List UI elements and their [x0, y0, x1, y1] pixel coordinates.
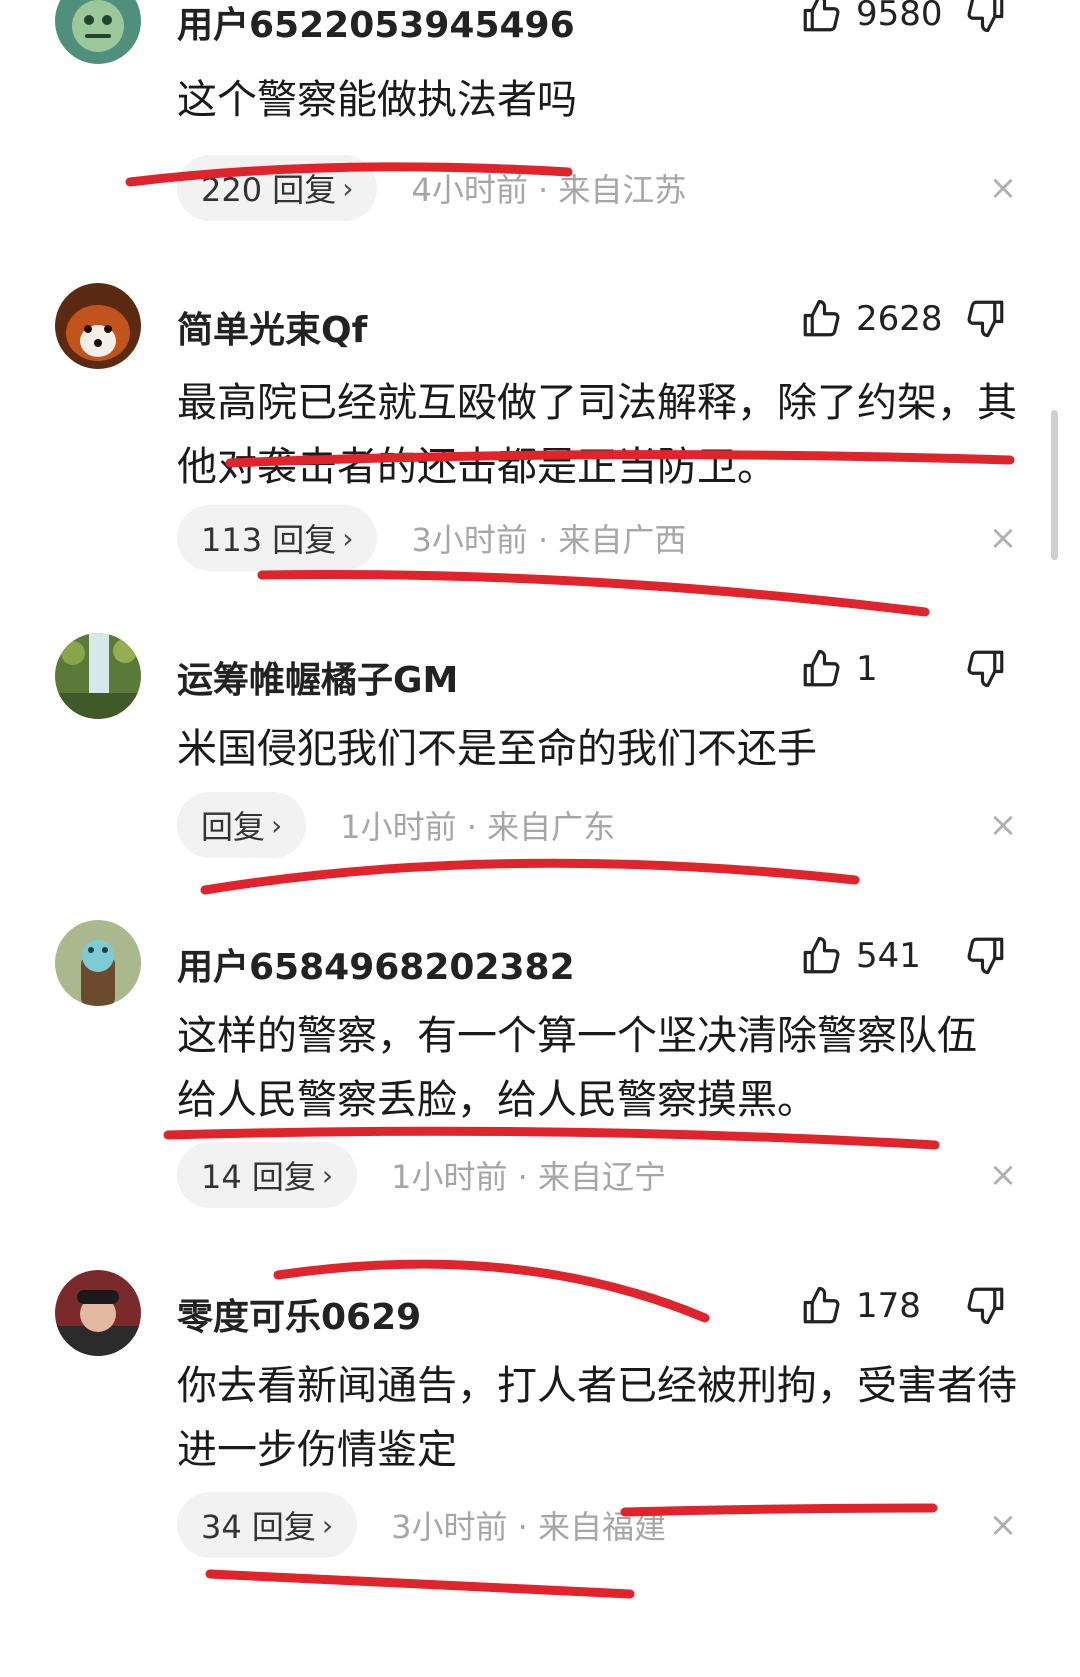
reply-button[interactable]: 回复 › [177, 792, 307, 858]
like-count: 2628 [856, 299, 943, 339]
comment-text: 你去看新闻通告，打人者已经被刑拘，受害者待进一步伤情鉴定 [177, 1363, 1017, 1473]
thumbs-down-icon [967, 300, 1004, 338]
close-icon[interactable]: × [986, 521, 1020, 555]
like-count: 178 [856, 1286, 921, 1326]
dislike-button[interactable] [965, 1284, 1007, 1326]
comment-text: 最高院已经就互殴做了司法解释，除了约架，其他对袭击者的还击都是正当防卫。 [177, 380, 1017, 490]
like-button[interactable]: 2628 [800, 293, 943, 345]
dislike-button[interactable] [965, 0, 1007, 34]
reply-button[interactable]: 220 回复 › [177, 155, 378, 221]
username[interactable]: 简单光束Qf [177, 301, 367, 353]
dislike-button[interactable] [965, 934, 1007, 976]
like-button[interactable]: 178 [800, 1280, 921, 1332]
chevron-right-icon: › [321, 1508, 334, 1542]
reply-button[interactable]: 34 回复 › [177, 1492, 358, 1558]
annotation-underline [200, 858, 860, 895]
chevron-right-icon: › [321, 1158, 334, 1192]
close-icon[interactable]: × [986, 1158, 1020, 1192]
reply-label: 34 回复 [201, 1508, 316, 1546]
username[interactable]: 零度可乐0629 [177, 1288, 421, 1340]
chevron-right-icon: › [271, 808, 283, 842]
close-icon[interactable]: × [986, 808, 1020, 842]
comment-text: 米国侵犯我们不是至命的我们不还手 [177, 726, 817, 772]
username[interactable]: 用户6522053945496 [177, 0, 575, 48]
scrollbar[interactable] [1051, 410, 1058, 560]
like-count: 9580 [856, 0, 943, 34]
thumbs-down-icon [967, 0, 1004, 33]
comment-meta: 4小时前 · 来自江苏 [411, 171, 687, 209]
comment-meta: 3小时前 · 来自广西 [411, 521, 687, 559]
thumbs-down-icon [967, 650, 1004, 688]
thumbs-up-icon [803, 299, 840, 337]
close-icon[interactable]: × [986, 1508, 1020, 1542]
comment-meta: 3小时前 · 来自福建 [391, 1508, 666, 1546]
thumbs-up-icon [803, 0, 840, 32]
avatar[interactable] [55, 283, 141, 369]
close-icon[interactable]: × [986, 171, 1020, 205]
thumbs-down-icon [967, 1287, 1004, 1325]
like-button[interactable]: 1 [800, 643, 878, 695]
thumbs-down-icon [967, 937, 1004, 975]
like-button[interactable]: 541 [800, 930, 921, 982]
dislike-button[interactable] [965, 297, 1007, 339]
thumbs-up-icon [803, 1286, 840, 1324]
annotation-underline [257, 569, 930, 617]
like-count: 1 [856, 649, 878, 689]
comment-text: 这个警察能做执法者吗 [177, 77, 577, 123]
avatar[interactable] [55, 920, 141, 1006]
comment-meta: 1小时前 · 来自辽宁 [391, 1158, 666, 1196]
avatar[interactable] [55, 1270, 141, 1356]
username[interactable]: 运筹帷幄橘子GM [177, 651, 458, 703]
chevron-right-icon: › [342, 521, 354, 555]
comment-meta: 1小时前 · 来自广东 [340, 808, 616, 846]
reply-label: 回复 [201, 808, 266, 846]
annotation-underline [205, 1569, 635, 1599]
avatar[interactable] [55, 633, 141, 719]
chevron-right-icon: › [342, 171, 354, 205]
thumbs-up-icon [803, 649, 840, 687]
like-button[interactable]: 9580 [800, 0, 943, 40]
reply-label: 113 回复 [201, 521, 337, 559]
reply-button[interactable]: 113 回复 › [177, 505, 378, 571]
reply-label: 220 回复 [201, 171, 337, 209]
dislike-button[interactable] [965, 647, 1007, 689]
reply-label: 14 回复 [201, 1158, 316, 1196]
thumbs-up-icon [803, 936, 840, 974]
reply-button[interactable]: 14 回复 › [177, 1142, 358, 1208]
like-count: 541 [856, 936, 921, 976]
username[interactable]: 用户6584968202382 [177, 938, 575, 990]
avatar[interactable] [55, 0, 141, 64]
comment-text: 这样的警察，有一个算一个坚决清除警察队伍 给人民警察丢脸，给人民警察摸黑。 [177, 1013, 977, 1123]
